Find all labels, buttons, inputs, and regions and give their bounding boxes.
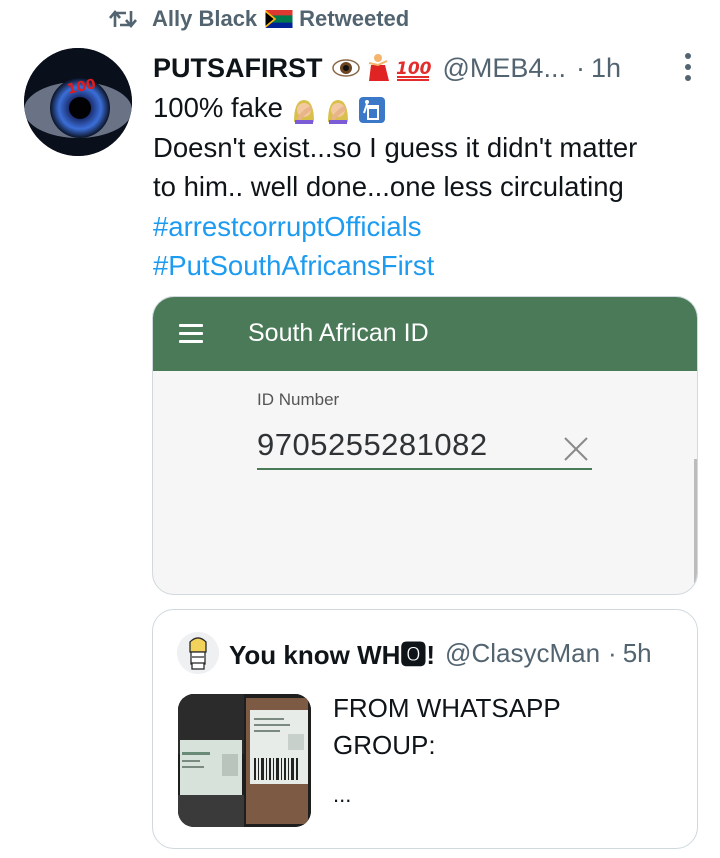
retweet-icon (109, 9, 137, 29)
id-number-value: 9705255281082 (257, 427, 488, 462)
retweet-indicator[interactable]: Ally Black Retweeted (108, 4, 409, 34)
eye-avatar-image: 100 (24, 48, 132, 156)
hundred-icon: 100 (396, 59, 431, 81)
hamburger-menu-icon (179, 324, 203, 344)
id-number-label: ID Number (257, 390, 340, 409)
author-avatar[interactable]: 100 (24, 48, 132, 156)
south-africa-flag-icon (265, 10, 293, 28)
retweeter-name: Ally Black (152, 6, 258, 31)
quoted-header-separator: · (608, 637, 617, 668)
quoted-ellipsis: ... (333, 782, 352, 807)
quoted-text-line-2: GROUP: (333, 730, 436, 760)
quoted-text: FROM WHATSAPP GROUP: (333, 690, 561, 764)
quoted-time: 5h (622, 637, 652, 668)
clear-icon (564, 437, 588, 461)
tweet-time[interactable]: 1h (591, 53, 621, 84)
app-title: South African ID (248, 319, 429, 347)
facepalm-woman-icon (327, 99, 348, 124)
tweet-text: 100% fake Doesn't exist...so I guess it … (153, 88, 703, 286)
tweet-line-2: Doesn't exist...so I guess it didn't mat… (153, 131, 638, 163)
quoted-header: You know WH🅾! @ClasycMan · 5h (229, 632, 652, 674)
chef-avatar-icon (177, 632, 219, 674)
author-emojis: 100 (331, 53, 433, 83)
media-screenshot[interactable]: South African ID ID Number 9705255281082 (152, 296, 698, 595)
author-name[interactable]: PUTSAFIRST (153, 53, 323, 84)
scrollbar (694, 459, 697, 594)
header-separator: · (575, 52, 585, 83)
quoted-author-avatar (177, 632, 219, 674)
hashtag-arrest[interactable]: #arrestcorruptOfficials (153, 207, 703, 247)
tweet-header: PUTSAFIRST 100 @MEB4... · 1h (153, 46, 700, 90)
eye-icon (331, 59, 360, 77)
quoted-text-line-1: FROM WHATSAPP (333, 693, 561, 723)
author-handle[interactable]: @MEB4... (443, 53, 566, 84)
more-options-icon[interactable] (676, 50, 700, 84)
field-underline (257, 468, 592, 470)
dancer-icon (368, 54, 389, 81)
facepalm-woman-icon (293, 99, 314, 124)
tweet-line-3: to him.. well done...one less circulatin… (153, 171, 624, 202)
quoted-tweet[interactable]: You know WH🅾! @ClasycMan · 5h FROM WHATS… (152, 609, 698, 849)
hashtag-putsa[interactable]: #PutSouthAfricansFirst (153, 246, 703, 286)
retweeted-label: Retweeted (299, 6, 410, 31)
app-bar: South African ID (153, 297, 697, 371)
tweet-line-1: 100% fake (153, 88, 703, 128)
quoted-author-handle[interactable]: @ClasycMan (445, 638, 600, 669)
quoted-media-thumbnail[interactable] (178, 694, 311, 827)
quoted-author-name[interactable]: You know WH🅾! (229, 635, 435, 672)
id-card-photo (178, 694, 311, 827)
wastebasket-icon (358, 96, 385, 123)
